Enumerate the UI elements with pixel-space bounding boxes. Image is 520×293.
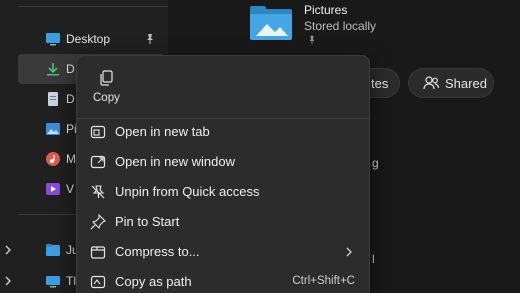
- menu-item-label: Copy as path: [115, 274, 192, 289]
- sidebar-item-label: D: [66, 62, 75, 76]
- menu-item-open-new-window[interactable]: Open in new window: [81, 148, 367, 176]
- menu-item-label: Compress to...: [115, 244, 200, 259]
- chevron-right-icon: [346, 247, 352, 257]
- menu-item-label: Unpin from Quick access: [115, 184, 260, 199]
- pin-icon: [309, 35, 315, 45]
- menu-item-pin-to-start[interactable]: Pin to Start: [81, 208, 367, 236]
- file-explorer-window: Desktop D D Pi M V Ju Tl Pictures Stored…: [0, 0, 520, 293]
- copy-label: Copy: [93, 92, 120, 104]
- folder-status: Stored locally: [304, 19, 377, 33]
- music-icon: [46, 152, 60, 166]
- pictures-icon: [46, 123, 60, 135]
- menu-item-open-new-tab[interactable]: Open in new tab: [81, 118, 367, 146]
- sidebar-item-label: M: [66, 152, 76, 166]
- shared-chip[interactable]: Shared: [408, 68, 494, 98]
- copy-icon: [100, 70, 113, 86]
- pin-icon: [90, 214, 106, 230]
- menu-item-compress[interactable]: Compress to...: [81, 238, 367, 266]
- downloads-icon: [47, 63, 59, 76]
- menu-item-label: Pin to Start: [115, 214, 180, 229]
- videos-icon: [46, 183, 60, 195]
- sidebar-item-desktop[interactable]: Desktop: [18, 24, 164, 54]
- new-tab-icon: [90, 125, 106, 139]
- partial-text: g: [372, 156, 379, 170]
- chevron-right-icon[interactable]: [4, 245, 12, 255]
- sidebar-item-label: V: [66, 182, 75, 196]
- unpin-icon: [91, 185, 105, 199]
- chip-label: Shared: [445, 75, 487, 91]
- drive-icon: [46, 276, 60, 288]
- menu-item-unpin[interactable]: Unpin from Quick access: [81, 178, 367, 206]
- sidebar-divider: [18, 6, 168, 7]
- partial-text: l: [372, 252, 375, 266]
- copy-button[interactable]: [89, 64, 123, 112]
- documents-icon: [48, 92, 58, 106]
- copy-path-icon: [90, 275, 106, 289]
- chip-label: tes: [371, 75, 389, 91]
- menu-item-label: Open in new tab: [115, 124, 210, 139]
- menu-item-label: Open in new window: [115, 154, 235, 169]
- chevron-right-icon[interactable]: [4, 276, 12, 286]
- pin-icon[interactable]: [144, 33, 156, 45]
- new-window-icon: [90, 155, 106, 169]
- sidebar-item-label: Desktop: [66, 32, 111, 46]
- people-icon: [423, 76, 439, 90]
- menu-item-shortcut: Ctrl+Shift+C: [292, 275, 355, 287]
- folder-title[interactable]: Pictures: [304, 3, 347, 17]
- folder-icon: [46, 244, 60, 256]
- compress-icon: [90, 246, 106, 259]
- sidebar-item-label: D: [66, 92, 75, 106]
- menu-item-copy-as-path[interactable]: Copy as path Ctrl+Shift+C: [81, 268, 367, 293]
- sidebar-item-label: Tl: [66, 274, 76, 288]
- pictures-folder-icon[interactable]: [250, 6, 292, 40]
- desktop-icon: [46, 33, 60, 46]
- context-menu: Copy Open in new tab Open in new window …: [76, 55, 370, 293]
